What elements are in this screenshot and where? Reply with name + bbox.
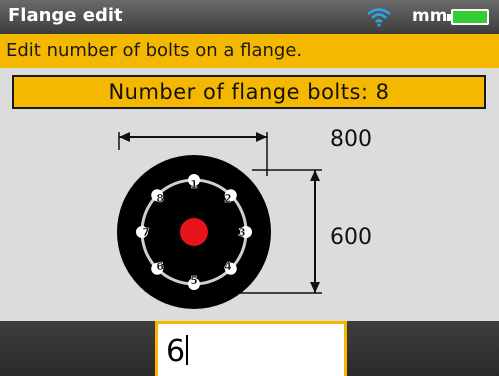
flange-diagram: 800 600 1 2 3 4 5 6 7 8 [117, 127, 372, 309]
bolt-label-6: 6 [156, 260, 164, 273]
width-dim-arrow-left [119, 132, 130, 142]
flange-center-mark [180, 218, 208, 246]
title-bar: Flange edit mm [0, 0, 499, 34]
bolt-label-3: 3 [238, 226, 246, 239]
bolt-count-box: Number of flange bolts: 8 [12, 75, 486, 109]
text-caret [186, 335, 189, 365]
hint-bar: Edit number of bolts on a flange. [0, 34, 499, 68]
units-indicator: mm [412, 6, 448, 26]
bolt-count-label: Number of flange bolts: 8 [108, 80, 390, 104]
hint-text: Edit number of bolts on a flange. [6, 40, 303, 61]
bolt-label-8: 8 [156, 192, 164, 205]
bolt-label-5: 5 [190, 274, 198, 287]
bolt-label-4: 4 [224, 260, 232, 273]
battery-icon [447, 9, 489, 25]
bolt-count-input[interactable]: 6 [155, 321, 347, 376]
width-dim-label: 800 [330, 127, 372, 152]
bolt-label-7: 7 [142, 226, 150, 239]
bolt-label-1: 1 [190, 178, 198, 191]
width-dim-arrow-right [256, 132, 267, 142]
height-dim-label: 600 [330, 225, 372, 250]
height-dim-arrow-bottom [310, 282, 320, 293]
bolt-count-input-value: 6 [166, 334, 186, 369]
screen-title: Flange edit [8, 5, 123, 26]
wifi-icon [367, 8, 391, 27]
height-dim-arrow-top [310, 170, 320, 181]
bolt-label-2: 2 [224, 192, 232, 205]
